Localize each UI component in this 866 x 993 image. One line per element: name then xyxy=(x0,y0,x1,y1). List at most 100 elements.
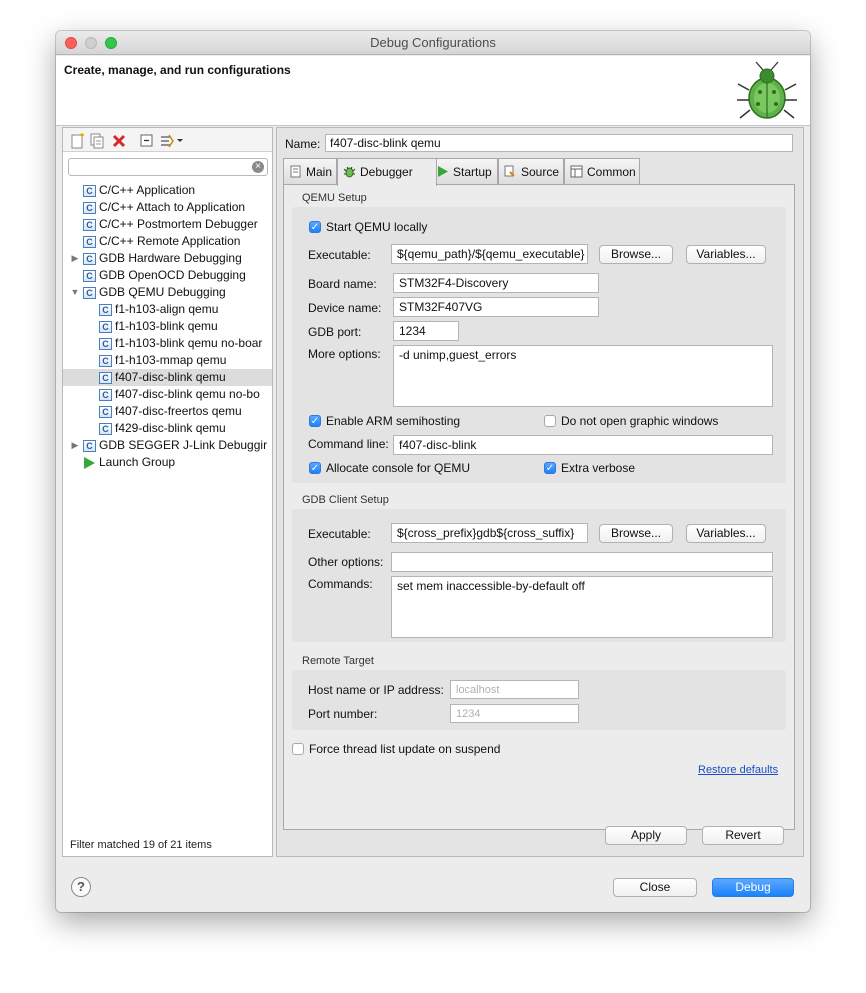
remote-target-title: Remote Target xyxy=(302,655,374,667)
zoom-window-button[interactable] xyxy=(105,37,117,49)
extra-verbose-checkbox[interactable]: ✓ xyxy=(544,462,556,474)
start-qemu-checkbox[interactable]: ✓ xyxy=(309,221,321,233)
allocate-console-checkbox[interactable]: ✓ xyxy=(309,462,321,474)
tab-source[interactable]: Source xyxy=(498,158,564,185)
c-icon: C xyxy=(99,338,112,350)
tree-item[interactable]: C C/C++ Application xyxy=(63,182,272,199)
tab-label: Debugger xyxy=(360,165,413,179)
filter-input[interactable]: × xyxy=(68,158,268,176)
configuration-editor: Name: f407-disc-blink qemu Main Debugger… xyxy=(276,127,804,857)
tree-item-label: f407-disc-blink qemu no-bo xyxy=(115,387,260,401)
gdb-port-field[interactable]: 1234 xyxy=(393,321,459,341)
gdb-executable-field[interactable]: ${cross_prefix}gdb${cross_suffix} xyxy=(391,523,588,543)
delete-icon[interactable] xyxy=(111,133,127,149)
restore-defaults-link[interactable]: Restore defaults xyxy=(698,764,778,776)
c-icon: C xyxy=(99,389,112,401)
tab-common[interactable]: Common xyxy=(564,158,640,185)
c-icon: C xyxy=(83,185,96,197)
c-icon: C xyxy=(83,440,96,452)
tree-item[interactable]: Cf407-disc-blink qemu xyxy=(63,369,272,386)
c-icon: C xyxy=(99,423,112,435)
close-button[interactable]: Close xyxy=(613,878,697,897)
c-icon: C xyxy=(83,202,96,214)
tree-item-label: f1-h103-blink qemu no-boar xyxy=(115,336,263,350)
close-window-button[interactable] xyxy=(65,37,77,49)
tree-item[interactable]: C C/C++ Attach to Application xyxy=(63,199,272,216)
qemu-executable-field[interactable]: ${qemu_path}/${qemu_executable} xyxy=(391,244,588,264)
semihosting-label: Enable ARM semihosting xyxy=(326,414,461,428)
expanded-twisty-icon[interactable]: ▼ xyxy=(70,284,80,301)
qemu-setup-title: QEMU Setup xyxy=(302,192,367,204)
tree-item[interactable]: ▼ C GDB QEMU Debugging xyxy=(63,284,272,301)
c-icon: C xyxy=(99,406,112,418)
port-number-field[interactable]: 1234 xyxy=(450,704,579,723)
name-field[interactable]: f407-disc-blink qemu xyxy=(325,134,793,152)
tree-item[interactable]: Cf407-disc-blink qemu no-bo xyxy=(63,386,272,403)
tree-item[interactable]: Cf407-disc-freertos qemu xyxy=(63,403,272,420)
command-line-field[interactable]: f407-disc-blink xyxy=(393,435,773,455)
minimize-window-button[interactable] xyxy=(85,37,97,49)
collapse-all-icon[interactable] xyxy=(139,133,155,149)
qemu-variables-button[interactable]: Variables... xyxy=(686,245,766,264)
tree-item[interactable]: Launch Group xyxy=(63,454,272,471)
tree-item[interactable]: C C/C++ Remote Application xyxy=(63,233,272,250)
other-options-field[interactable] xyxy=(391,552,773,572)
tree-item-label: f1-h103-align qemu xyxy=(115,302,219,316)
gdb-browse-button[interactable]: Browse... xyxy=(599,524,673,543)
tree-item[interactable]: Cf1-h103-blink qemu no-boar xyxy=(63,335,272,352)
apply-button[interactable]: Apply xyxy=(605,826,687,845)
help-icon[interactable]: ? xyxy=(71,877,91,897)
semihosting-checkbox[interactable]: ✓ xyxy=(309,415,321,427)
tab-startup[interactable]: Startup xyxy=(430,158,498,185)
qemu-browse-button[interactable]: Browse... xyxy=(599,245,673,264)
no-graphic-checkbox[interactable] xyxy=(544,415,556,427)
revert-button[interactable]: Revert xyxy=(702,826,784,845)
device-name-field[interactable]: STM32F407VG xyxy=(393,297,599,317)
tree-item[interactable]: Cf1-h103-blink qemu xyxy=(63,318,272,335)
tree-item[interactable]: Cf1-h103-align qemu xyxy=(63,301,272,318)
start-qemu-label: Start QEMU locally xyxy=(326,220,428,234)
name-label: Name: xyxy=(285,137,321,151)
tree-item-label: C/C++ Postmortem Debugger xyxy=(99,217,258,231)
c-icon: C xyxy=(83,253,96,265)
tree-item-label: f407-disc-blink qemu xyxy=(115,370,226,384)
tree-item[interactable]: C GDB OpenOCD Debugging xyxy=(63,267,272,284)
clear-filter-icon[interactable]: × xyxy=(252,161,264,173)
force-thread-checkbox[interactable] xyxy=(292,743,304,755)
collapsed-twisty-icon[interactable]: ▶ xyxy=(70,437,80,454)
tree-item[interactable]: C C/C++ Postmortem Debugger xyxy=(63,216,272,233)
tab-main[interactable]: Main xyxy=(283,158,337,185)
tree-item[interactable]: ▶ C GDB SEGGER J-Link Debuggir xyxy=(63,437,272,454)
common-tab-icon xyxy=(570,165,583,178)
more-options-label: More options: xyxy=(308,347,381,361)
tree-item[interactable]: Cf429-disc-blink qemu xyxy=(63,420,272,437)
c-icon: C xyxy=(99,321,112,333)
host-field[interactable]: localhost xyxy=(450,680,579,699)
allocate-console-label: Allocate console for QEMU xyxy=(326,461,471,475)
tree-item-label: f407-disc-freertos qemu xyxy=(115,404,242,418)
tree-item[interactable]: ▶ C GDB Hardware Debugging xyxy=(63,250,272,267)
duplicate-icon[interactable] xyxy=(89,133,105,149)
tree-item-label: GDB QEMU Debugging xyxy=(99,285,226,299)
no-graphic-label: Do not open graphic windows xyxy=(561,414,719,428)
more-options-field[interactable]: -d unimp,guest_errors xyxy=(393,345,773,407)
device-name-label: Device name: xyxy=(308,301,382,315)
new-config-icon[interactable] xyxy=(69,133,85,149)
force-thread-label: Force thread list update on suspend xyxy=(309,742,501,756)
gdb-port-label: GDB port: xyxy=(308,325,362,339)
debug-button[interactable]: Debug xyxy=(712,878,794,897)
configuration-tree-panel: × C C/C++ Application C C/C++ Attach to App… xyxy=(62,127,273,857)
title-bar: Debug Configurations xyxy=(56,31,810,55)
commands-field[interactable]: set mem inaccessible-by-default off xyxy=(391,576,773,638)
board-name-field[interactable]: STM32F4-Discovery xyxy=(393,273,599,293)
tree-item-label: f1-h103-mmap qemu xyxy=(115,353,227,367)
filter-status: Filter matched 19 of 21 items xyxy=(70,839,212,851)
tab-debugger[interactable]: Debugger xyxy=(337,158,437,186)
tree-item[interactable]: Cf1-h103-mmap qemu xyxy=(63,352,272,369)
c-icon: C xyxy=(99,372,112,384)
collapsed-twisty-icon[interactable]: ▶ xyxy=(70,250,80,267)
gdb-variables-button[interactable]: Variables... xyxy=(686,524,766,543)
tree-item-label: GDB OpenOCD Debugging xyxy=(99,268,246,282)
filter-icon[interactable] xyxy=(159,133,183,149)
c-icon: C xyxy=(83,219,96,231)
